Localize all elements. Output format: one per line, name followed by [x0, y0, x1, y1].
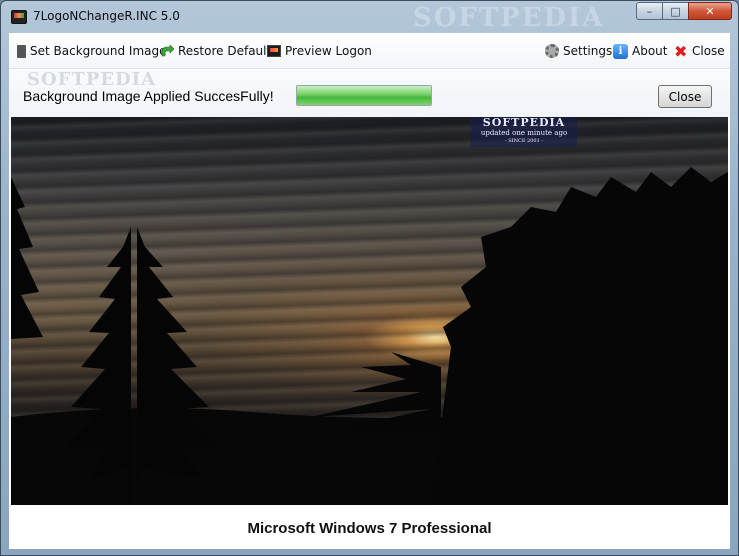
settings-button[interactable]: Settings	[545, 42, 612, 60]
right-tree-mass	[431, 167, 728, 505]
progress-bar	[296, 85, 432, 106]
close-x-icon: ✖	[674, 42, 688, 61]
preview-logon-label: Preview Logon	[285, 44, 372, 58]
monitor-icon	[267, 45, 281, 57]
status-close-button[interactable]: Close	[658, 85, 712, 108]
gear-icon	[545, 44, 559, 58]
footer-bar: Microsoft Windows 7 Professional	[9, 505, 730, 549]
restore-default-label: Restore Default	[178, 44, 272, 58]
tree-silhouettes	[11, 167, 728, 505]
title-bar[interactable]: 7LogoNChangeR.INC 5.0 SOFTPEDIA – □ ✕	[1, 1, 738, 33]
document-icon	[17, 44, 26, 58]
preview-logon-button[interactable]: Preview Logon	[267, 42, 372, 60]
background-preview-image: SOFTPEDIA updated one minute ago - SINCE…	[11, 117, 728, 505]
badge-title: SOFTPEDIA	[482, 117, 566, 129]
settings-label: Settings	[563, 44, 613, 58]
softpedia-badge: SOFTPEDIA updated one minute ago - SINCE…	[471, 117, 577, 147]
maximize-button[interactable]: □	[662, 2, 688, 20]
caption-buttons: – □ ✕	[636, 2, 732, 20]
watermark-logo-secondary: SOFTPEDIA	[27, 69, 157, 90]
close-app-label: Close	[692, 44, 725, 58]
window-close-button[interactable]: ✕	[688, 2, 732, 20]
client-area: Set Background Image Restore Default Pre…	[9, 33, 730, 549]
app-icon	[11, 10, 27, 24]
status-row: SOFTPEDIA Background Image Applied Succe…	[9, 69, 730, 117]
status-message: Background Image Applied SuccesFully!	[23, 88, 274, 104]
set-background-label: Set Background Image	[30, 44, 167, 58]
minimize-button[interactable]: –	[636, 2, 662, 20]
about-button[interactable]: i About	[613, 42, 667, 60]
app-window: 7LogoNChangeR.INC 5.0 SOFTPEDIA – □ ✕ Se…	[0, 0, 739, 556]
left-edge-tree	[11, 177, 43, 339]
os-edition-label: Microsoft Windows 7 Professional	[247, 520, 492, 537]
info-icon: i	[613, 43, 628, 59]
badge-since: - SINCE 2001 -	[504, 138, 544, 144]
toolbar: Set Background Image Restore Default Pre…	[9, 33, 730, 69]
maximize-icon: □	[670, 4, 681, 18]
window-title: 7LogoNChangeR.INC 5.0	[33, 9, 180, 23]
restore-default-button[interactable]: Restore Default	[160, 42, 271, 60]
about-label: About	[632, 44, 668, 58]
minimize-icon: –	[646, 4, 653, 18]
restore-arrow-icon	[160, 44, 175, 57]
progress-fill	[297, 86, 431, 105]
badge-updated: updated one minute ago	[480, 129, 568, 137]
close-app-button[interactable]: ✖ Close	[674, 42, 725, 60]
watermark-logo: SOFTPEDIA	[413, 3, 605, 33]
close-icon: ✕	[705, 4, 715, 18]
set-background-image-button[interactable]: Set Background Image	[17, 42, 167, 60]
